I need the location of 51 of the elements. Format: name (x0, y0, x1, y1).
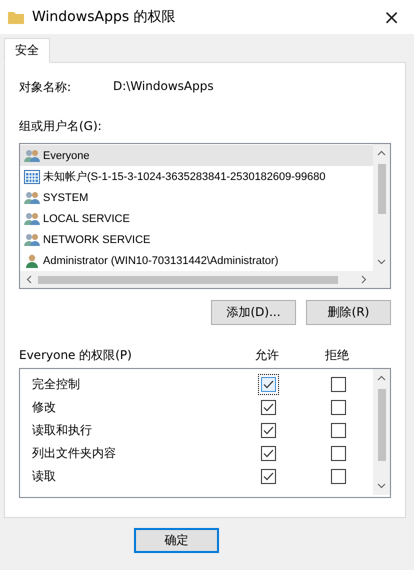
deny-checkbox[interactable] (330, 469, 346, 484)
allow-checkbox[interactable] (260, 423, 276, 438)
folder-icon (8, 10, 24, 24)
user-group-icon (24, 212, 40, 226)
grid-icon (24, 170, 40, 184)
scroll-down-icon[interactable] (377, 259, 386, 265)
scroll-right-icon[interactable] (361, 275, 367, 284)
column-header: 拒绝 (324, 347, 350, 364)
user-action-button[interactable]: 添加(D)... (211, 300, 296, 325)
scroll-left-icon[interactable] (26, 275, 32, 284)
permission-name: 读取和执行 (31, 422, 93, 439)
user-group-icon (24, 148, 40, 162)
user-list-item[interactable]: SYSTEM (20, 187, 373, 208)
vertical-scrollbar[interactable] (373, 369, 390, 495)
allow-checkbox[interactable] (260, 446, 276, 461)
column-header: 允许 (254, 347, 280, 364)
user-icon (24, 254, 40, 268)
object-name-label: 对象名称: (19, 79, 72, 96)
horizontal-scrollbar[interactable] (20, 271, 390, 288)
user-list-item[interactable]: LOCAL SERVICE (20, 208, 373, 229)
vertical-scrollbar[interactable] (373, 144, 390, 271)
user-list-item[interactable]: 未知帐户(S-1-15-3-1024-3635283841-2530182609-99680 (20, 166, 373, 187)
user-group-icon (24, 190, 40, 204)
permission-name: 读取 (31, 468, 57, 485)
permission-name: 修改 (31, 399, 57, 416)
scroll-up-icon[interactable] (377, 150, 386, 156)
tab[interactable]: 安全 (4, 38, 50, 63)
scroll-thumb[interactable] (38, 276, 338, 284)
window-title: WindowsApps 的权限 (32, 8, 177, 26)
deny-checkbox[interactable] (330, 423, 346, 438)
deny-checkbox[interactable] (330, 377, 346, 392)
deny-checkbox[interactable] (330, 446, 346, 461)
user-list-item[interactable]: Everyone (20, 145, 373, 166)
object-name-value: D:\WindowsApps (113, 79, 214, 95)
scroll-thumb[interactable] (378, 389, 386, 461)
ok-button[interactable]: 确定 (134, 528, 219, 553)
allow-checkbox[interactable] (260, 469, 276, 484)
permissions-label: Everyone 的权限(P) (19, 347, 133, 364)
user-list-item[interactable]: Administrator (WIN10-703131442\Administrator) (20, 250, 373, 271)
scroll-down-icon[interactable] (377, 483, 386, 489)
scroll-up-icon[interactable] (377, 375, 386, 381)
user-group-icon (24, 232, 40, 246)
users-label: 组或用户名(G): (19, 118, 103, 135)
scroll-thumb[interactable] (378, 164, 386, 214)
close-button[interactable]: × (377, 5, 406, 29)
user-list-item[interactable]: NETWORK SERVICE (20, 229, 373, 250)
permission-name: 完全控制 (31, 376, 81, 393)
allow-checkbox[interactable] (260, 400, 276, 415)
user-action-button[interactable]: 删除(R) (306, 300, 391, 325)
deny-checkbox[interactable] (330, 400, 346, 415)
permission-name: 列出文件夹内容 (31, 445, 117, 462)
